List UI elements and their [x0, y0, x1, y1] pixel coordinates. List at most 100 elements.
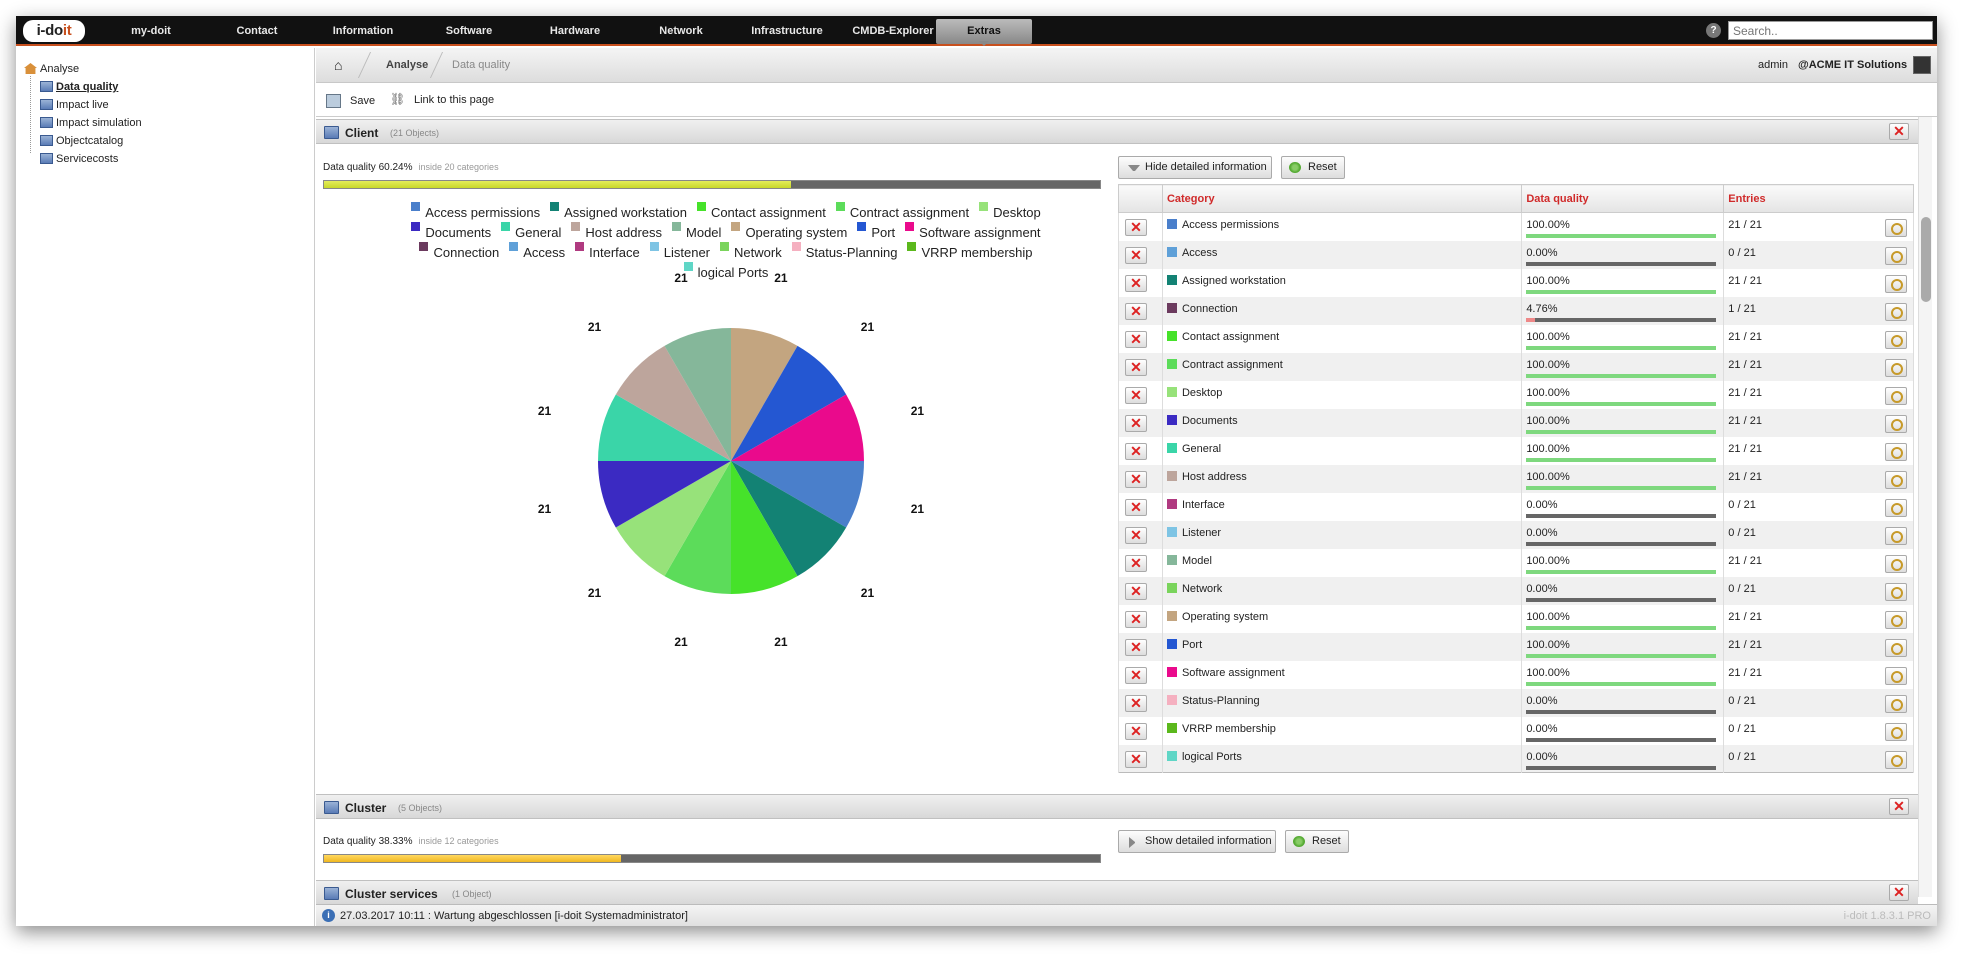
legend-item[interactable]: logical Ports	[683, 262, 768, 282]
nav-network[interactable]: Network	[626, 16, 736, 46]
table-header-entries[interactable]: Entries	[1723, 184, 1914, 213]
scrollbar-thumb[interactable]	[1921, 217, 1931, 302]
magnifier-icon[interactable]	[1885, 526, 1907, 545]
legend-item[interactable]: Network	[720, 242, 782, 262]
remove-category-button[interactable]: ✕	[1125, 610, 1147, 628]
save-button[interactable]: Save	[350, 95, 375, 107]
show-details-button[interactable]: Show detailed information	[1118, 830, 1276, 853]
link-to-page-button[interactable]: Link to this page	[414, 94, 494, 106]
magnifier-icon[interactable]	[1885, 554, 1907, 573]
remove-category-button[interactable]: ✕	[1125, 554, 1147, 572]
magnifier-icon[interactable]	[1885, 414, 1907, 433]
remove-category-button[interactable]: ✕	[1125, 219, 1147, 236]
sidebar-item-data-quality[interactable]: Data quality	[40, 81, 118, 93]
idoit-logo[interactable]: i-doit	[23, 20, 85, 42]
cluster-services-section-header[interactable]: Cluster services (1 Object) ✕	[316, 880, 1918, 905]
remove-category-button[interactable]: ✕	[1125, 722, 1147, 740]
magnifier-icon[interactable]	[1885, 498, 1907, 517]
remove-category-button[interactable]: ✕	[1125, 498, 1147, 516]
legend-item[interactable]: Interface	[575, 242, 640, 262]
legend-item[interactable]: Documents	[411, 222, 491, 242]
client-reset-button[interactable]: Reset	[1281, 156, 1345, 179]
nav-infrastructure[interactable]: Infrastructure	[732, 16, 842, 46]
remove-category-button[interactable]: ✕	[1125, 694, 1147, 712]
remove-category-button[interactable]: ✕	[1125, 750, 1147, 768]
tree-root-analyse[interactable]: Analyse	[24, 63, 79, 75]
nav-contact[interactable]: Contact	[202, 16, 312, 46]
client-section-header[interactable]: Client (21 Objects) ✕	[316, 119, 1918, 144]
legend-item[interactable]: Desktop	[979, 202, 1041, 222]
legend-item[interactable]: VRRP membership	[907, 242, 1033, 262]
legend-item[interactable]: Model	[672, 222, 721, 242]
magnifier-icon[interactable]	[1885, 582, 1907, 601]
search-input[interactable]	[1728, 21, 1933, 40]
legend-item[interactable]: Contract assignment	[835, 202, 969, 222]
nav-hardware[interactable]: Hardware	[520, 16, 630, 46]
magnifier-icon[interactable]	[1885, 750, 1907, 769]
legend-item[interactable]: Connection	[419, 242, 499, 262]
legend-item[interactable]: Access permissions	[411, 202, 540, 222]
magnifier-icon[interactable]	[1885, 610, 1907, 629]
legend-item[interactable]: Port	[857, 222, 895, 242]
sidebar-item-impact-simulation[interactable]: Impact simulation	[40, 117, 142, 129]
magnifier-icon[interactable]	[1885, 694, 1907, 713]
magnifier-icon[interactable]	[1885, 722, 1907, 741]
current-user[interactable]: admin	[1758, 48, 1788, 82]
client-close-button[interactable]: ✕	[1889, 123, 1909, 140]
main-scrollbar[interactable]	[1918, 117, 1932, 897]
remove-category-button[interactable]: ✕	[1125, 414, 1147, 432]
remove-category-button[interactable]: ✕	[1125, 470, 1147, 488]
magnifier-icon[interactable]	[1885, 638, 1907, 657]
legend-item[interactable]: Assigned workstation	[550, 202, 687, 222]
magnifier-icon[interactable]	[1885, 358, 1907, 377]
hide-details-button[interactable]: Hide detailed information	[1118, 156, 1272, 179]
legend-item[interactable]: Listener	[649, 242, 710, 262]
remove-category-button[interactable]: ✕	[1125, 274, 1147, 292]
sidebar-item-impact-live[interactable]: Impact live	[40, 99, 109, 111]
nav-my-doit[interactable]: my-doit	[96, 16, 206, 46]
nav-cmdb-explorer[interactable]: CMDB-Explorer	[838, 16, 948, 46]
magnifier-icon[interactable]	[1885, 274, 1907, 293]
remove-category-button[interactable]: ✕	[1125, 302, 1147, 320]
magnifier-icon[interactable]	[1885, 246, 1907, 265]
magnifier-icon[interactable]	[1885, 302, 1907, 321]
remove-category-button[interactable]: ✕	[1125, 358, 1147, 376]
legend-item[interactable]: Status-Planning	[791, 242, 897, 262]
nav-information[interactable]: Information	[308, 16, 418, 46]
nav-extras[interactable]: Extras	[936, 19, 1032, 46]
legend-item[interactable]: Software assignment	[905, 222, 1041, 242]
magnifier-icon[interactable]	[1885, 442, 1907, 461]
remove-category-button[interactable]: ✕	[1125, 330, 1147, 348]
remove-category-button[interactable]: ✕	[1125, 442, 1147, 460]
remove-category-button[interactable]: ✕	[1125, 638, 1147, 656]
nav-software[interactable]: Software	[414, 16, 524, 46]
sidebar-item-servicecosts[interactable]: Servicecosts	[40, 153, 118, 165]
magnifier-icon[interactable]	[1885, 470, 1907, 489]
legend-item[interactable]: Access	[509, 242, 565, 262]
cluster-close-button[interactable]: ✕	[1889, 798, 1909, 815]
home-icon[interactable]: ⌂	[334, 48, 342, 82]
remove-category-button[interactable]: ✕	[1125, 246, 1147, 264]
remove-category-button[interactable]: ✕	[1125, 666, 1147, 684]
legend-item[interactable]: General	[501, 222, 561, 242]
cluster-services-close-button[interactable]: ✕	[1889, 884, 1909, 901]
remove-category-button[interactable]: ✕	[1125, 386, 1147, 404]
table-header-category[interactable]: Category	[1161, 184, 1523, 213]
sidebar-item-objectcatalog[interactable]: Objectcatalog	[40, 135, 123, 147]
legend-item[interactable]: Contact assignment	[696, 202, 826, 222]
cluster-reset-button[interactable]: Reset	[1285, 830, 1349, 853]
user-avatar-icon[interactable]	[1913, 56, 1931, 74]
table-header-quality[interactable]: Data quality	[1521, 184, 1725, 213]
remove-category-button[interactable]: ✕	[1125, 526, 1147, 544]
breadcrumb-analyse[interactable]: Analyse	[386, 48, 428, 82]
tenant-name[interactable]: @ACME IT Solutions	[1798, 48, 1907, 82]
help-icon[interactable]: ?	[1706, 23, 1721, 38]
magnifier-icon[interactable]	[1885, 219, 1907, 237]
magnifier-icon[interactable]	[1885, 666, 1907, 685]
cluster-section-header[interactable]: Cluster (5 Objects) ✕	[316, 794, 1918, 819]
magnifier-icon[interactable]	[1885, 330, 1907, 349]
legend-item[interactable]: Operating system	[731, 222, 847, 242]
magnifier-icon[interactable]	[1885, 386, 1907, 405]
remove-category-button[interactable]: ✕	[1125, 582, 1147, 600]
legend-item[interactable]: Host address	[571, 222, 662, 242]
